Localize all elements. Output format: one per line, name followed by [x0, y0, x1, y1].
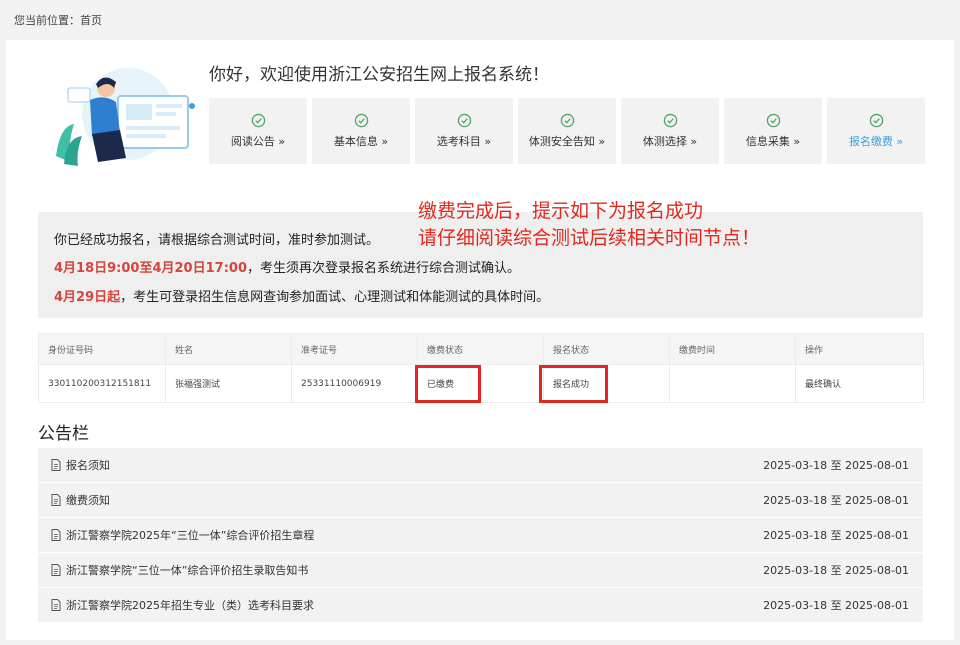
- check-circle-icon: [354, 113, 368, 128]
- step-1[interactable]: 阅读公告 »: [209, 98, 307, 164]
- document-icon: [51, 529, 61, 541]
- registration-table: 身份证号码 姓名 准考证号 缴费状态 报名状态 缴费时间 操作 33011020…: [38, 333, 924, 403]
- step-4[interactable]: 体测安全告知 »: [518, 98, 616, 164]
- list-item[interactable]: 浙江警察学院2025年招生专业（类）选考科目要求 2025-03-18 至 202…: [38, 588, 923, 622]
- step-2[interactable]: 基本信息 »: [312, 98, 410, 164]
- list-item[interactable]: 报名须知 2025-03-18 至 2025-08-01: [38, 448, 923, 482]
- step-3[interactable]: 选考科目 »: [415, 98, 513, 164]
- document-icon: [51, 599, 61, 611]
- bulletin-list: 报名须知 2025-03-18 至 2025-08-01 缴费须知 2025-03-1…: [38, 448, 923, 623]
- bulletin-item-title: 缴费须知: [66, 494, 110, 507]
- bulletin-item-left: 报名须知: [51, 457, 110, 473]
- bulletin-item-date: 2025-03-18 至 2025-08-01: [763, 494, 909, 507]
- bulletin-item-title: 浙江警察学院2025年“三位一体”综合评价招生章程: [66, 529, 315, 542]
- check-circle-icon: [663, 113, 677, 128]
- document-icon: [51, 564, 61, 576]
- document-icon: [51, 459, 61, 471]
- bulletin-item-date: 2025-03-18 至 2025-08-01: [763, 459, 909, 472]
- notice-line-1: 你已经成功报名，请根据综合测试时间，准时参加测试。: [54, 233, 380, 248]
- notice-line-3: 4月29日起，考生可登录招生信息网查询参加面试、心理测试和体能测试的具体时间。: [54, 286, 549, 305]
- step-label: 信息采集 »: [745, 135, 801, 148]
- bulletin-item-date: 2025-03-18 至 2025-08-01: [763, 529, 909, 542]
- notice-date-1: 4月18日9:00至4月20日17:00: [54, 261, 247, 276]
- bulletin-item-date: 2025-03-18 至 2025-08-01: [763, 564, 909, 577]
- step-label: 基本信息 »: [333, 135, 389, 148]
- highlight-reg-status: [539, 365, 608, 403]
- bulletin-item-title: 浙江警察学院2025年招生专业（类）选考科目要求: [66, 599, 314, 612]
- header-pay-status: 缴费状态: [417, 333, 544, 365]
- header-reg-status: 报名状态: [543, 333, 670, 365]
- annotation-line-2: 请仔细阅读综合测试后续相关时间节点！: [418, 227, 761, 249]
- bulletin-item-title: 报名须知: [66, 459, 110, 472]
- step-5[interactable]: 体测选择 »: [621, 98, 719, 164]
- annotation-line-1: 缴费完成后，提示如下为报名成功: [418, 200, 704, 222]
- header-name: 姓名: [165, 333, 292, 365]
- notice-text-2: ，考生须再次登录报名系统进行综合测试确认。: [247, 261, 521, 276]
- final-confirm-link[interactable]: 最终确认: [795, 364, 924, 403]
- header-action: 操作: [795, 333, 924, 365]
- list-item[interactable]: 缴费须知 2025-03-18 至 2025-08-01: [38, 483, 923, 517]
- bulletin-item-left: 浙江警察学院2025年招生专业（类）选考科目要求: [51, 597, 314, 613]
- cell-exam-no: 25331110006919: [291, 364, 418, 403]
- bulletin-item-left: 浙江警察学院2025年“三位一体”综合评价招生章程: [51, 527, 314, 543]
- notice-date-2: 4月29日起: [54, 290, 121, 305]
- step-label: 体测选择 »: [642, 135, 698, 148]
- header-pay-time: 缴费时间: [669, 333, 796, 365]
- welcome-title: 你好，欢迎使用浙江公安招生网上报名系统！: [209, 65, 549, 85]
- progress-steps: 阅读公告 » 基本信息 » 选考科目 » 体测安全告知 » 体测选择 » 信息采集 » 报名…: [209, 98, 925, 164]
- step-label: 报名缴费 »: [848, 135, 904, 148]
- breadcrumb: 您当前位置：首页: [14, 14, 102, 27]
- document-icon: [51, 494, 61, 506]
- cell-id-number: 330110200312151811: [38, 364, 166, 403]
- cell-name: 张福强测试: [165, 364, 292, 403]
- step-6[interactable]: 信息采集 »: [724, 98, 822, 164]
- bulletin-title: 公告栏: [38, 424, 89, 444]
- check-circle-icon: [457, 113, 471, 128]
- step-label: 体测安全告知 »: [528, 135, 606, 148]
- check-circle-icon: [560, 113, 574, 128]
- highlight-pay-status: [415, 365, 481, 403]
- step-label: 选考科目 »: [436, 135, 492, 148]
- notice-text-3: ，考生可登录招生信息网查询参加面试、心理测试和体能测试的具体时间。: [120, 290, 550, 305]
- bulletin-item-left: 缴费须知: [51, 492, 110, 508]
- check-circle-icon: [766, 113, 780, 128]
- check-circle-icon: [869, 113, 883, 128]
- bulletin-item-left: 浙江警察学院“三位一体”综合评价招生录取告知书: [51, 562, 308, 578]
- bulletin-item-title: 浙江警察学院“三位一体”综合评价招生录取告知书: [66, 564, 309, 577]
- cell-pay-time: [669, 364, 796, 403]
- table-row: 330110200312151811 张福强测试 25331110006919 …: [38, 364, 924, 403]
- bulletin-item-date: 2025-03-18 至 2025-08-01: [763, 599, 909, 612]
- header-exam-no: 准考证号: [291, 333, 418, 365]
- step-label: 阅读公告 »: [230, 135, 286, 148]
- header-id-number: 身份证号码: [38, 333, 166, 365]
- check-circle-icon: [251, 113, 265, 128]
- list-item[interactable]: 浙江警察学院“三位一体”综合评价招生录取告知书 2025-03-18 至 2025…: [38, 553, 923, 587]
- table-header-row: 身份证号码 姓名 准考证号 缴费状态 报名状态 缴费时间 操作: [38, 333, 924, 365]
- notice-line-2: 4月18日9:00至4月20日17:00，考生须再次登录报名系统进行综合测试确认…: [54, 257, 520, 276]
- welcome-illustration: [56, 68, 195, 166]
- step-7[interactable]: 报名缴费 »: [827, 98, 925, 164]
- list-item[interactable]: 浙江警察学院2025年“三位一体”综合评价招生章程 2025-03-18 至 20…: [38, 518, 923, 552]
